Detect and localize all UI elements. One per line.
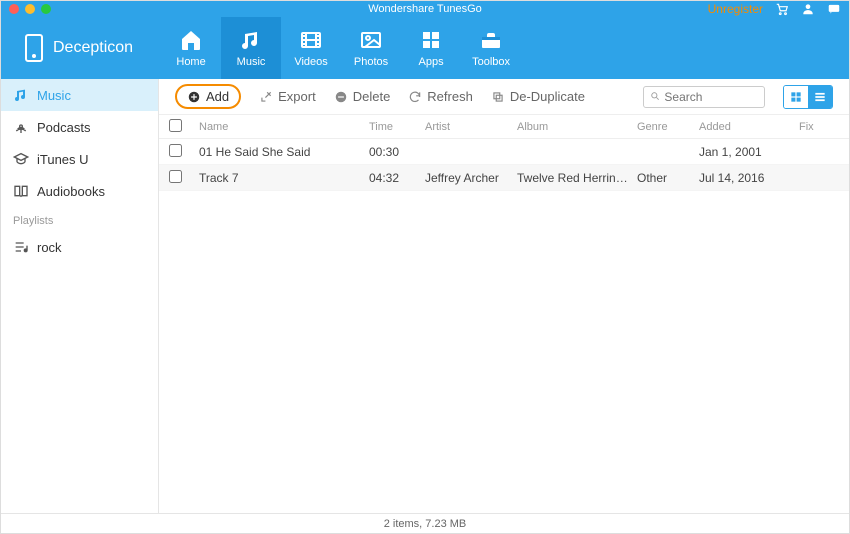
col-fix[interactable]: Fix [799, 121, 839, 133]
podcast-icon [13, 119, 29, 135]
search-icon [650, 91, 660, 103]
main: Music Podcasts iTunes U Audiobooks Playl… [1, 79, 849, 513]
sidebar-item-music[interactable]: Music [1, 79, 158, 111]
home-icon [179, 28, 203, 52]
cell-name: Track 7 [199, 171, 369, 185]
add-button[interactable]: Add [175, 84, 241, 109]
tab-apps[interactable]: Apps [401, 17, 461, 79]
cart-icon[interactable] [775, 2, 789, 16]
sidebar-item-label: Podcasts [37, 120, 90, 135]
tab-label: Music [237, 56, 266, 68]
refresh-icon [408, 90, 422, 104]
search-box[interactable] [643, 86, 765, 108]
topbar: Decepticon Home Music Videos Photos Apps… [1, 17, 849, 79]
tab-home[interactable]: Home [161, 17, 221, 79]
row-checkbox[interactable] [169, 144, 182, 157]
delete-icon [334, 90, 348, 104]
table-row[interactable]: Track 7 04:32 Jeffrey Archer Twelve Red … [159, 165, 849, 191]
toolbar: Add Export Delete Refresh De-Duplicate [159, 79, 849, 115]
tab-music[interactable]: Music [221, 17, 281, 79]
tab-label: Toolbox [472, 56, 510, 68]
cell-genre: Other [637, 171, 699, 185]
tab-videos[interactable]: Videos [281, 17, 341, 79]
search-input[interactable] [664, 90, 758, 104]
device-name: Decepticon [53, 39, 133, 57]
cell-time: 00:30 [369, 145, 425, 159]
sidebar-playlist-rock[interactable]: rock [1, 231, 158, 263]
window-controls [9, 4, 51, 14]
close-button[interactable] [9, 4, 19, 14]
sidebar-item-itunesu[interactable]: iTunes U [1, 143, 158, 175]
col-added[interactable]: Added [699, 121, 799, 133]
status-bar: 2 items, 7.23 MB [1, 513, 849, 533]
grid-view-button[interactable] [784, 86, 808, 108]
playlist-icon [13, 239, 29, 255]
row-checkbox[interactable] [169, 170, 182, 183]
delete-button[interactable]: Delete [334, 89, 391, 104]
sidebar-item-podcasts[interactable]: Podcasts [1, 111, 158, 143]
dedup-icon [491, 90, 505, 104]
select-all-checkbox[interactable] [169, 119, 182, 132]
button-label: Add [206, 89, 229, 104]
col-name[interactable]: Name [199, 121, 369, 133]
music-icon [13, 87, 29, 103]
cell-artist: Jeffrey Archer [425, 171, 517, 185]
photos-icon [359, 28, 383, 52]
feedback-icon[interactable] [827, 2, 841, 16]
deduplicate-button[interactable]: De-Duplicate [491, 89, 585, 104]
sidebar-item-label: rock [37, 240, 62, 255]
sidebar-section-playlists: Playlists [1, 207, 158, 231]
content: Add Export Delete Refresh De-Duplicate [159, 79, 849, 513]
maximize-button[interactable] [41, 4, 51, 14]
device-selector[interactable]: Decepticon [1, 17, 161, 79]
tab-label: Home [176, 56, 205, 68]
sidebar: Music Podcasts iTunes U Audiobooks Playl… [1, 79, 159, 513]
table-header: Name Time Artist Album Genre Added Fix [159, 115, 849, 139]
cell-name: 01 He Said She Said [199, 145, 369, 159]
button-label: De-Duplicate [510, 89, 585, 104]
status-text: 2 items, 7.23 MB [384, 518, 467, 530]
cell-time: 04:32 [369, 171, 425, 185]
music-icon [239, 28, 263, 52]
tab-label: Apps [419, 56, 444, 68]
toolbox-icon [479, 28, 503, 52]
top-tabs: Home Music Videos Photos Apps Toolbox [161, 17, 521, 79]
table-row[interactable]: 01 He Said She Said 00:30 Jan 1, 2001 [159, 139, 849, 165]
export-icon [259, 90, 273, 104]
apps-icon [419, 28, 443, 52]
col-genre[interactable]: Genre [637, 121, 699, 133]
col-artist[interactable]: Artist [425, 121, 517, 133]
tab-photos[interactable]: Photos [341, 17, 401, 79]
tab-label: Videos [294, 56, 327, 68]
cell-album: Twelve Red Herrin… [517, 171, 637, 185]
cell-added: Jul 14, 2016 [699, 171, 799, 185]
app-title: Wondershare TunesGo [368, 3, 482, 15]
audiobook-icon [13, 183, 29, 199]
sidebar-item-label: Audiobooks [37, 184, 105, 199]
cell-added: Jan 1, 2001 [699, 145, 799, 159]
refresh-button[interactable]: Refresh [408, 89, 473, 104]
view-switch [783, 85, 833, 109]
videos-icon [299, 28, 323, 52]
sidebar-item-label: Music [37, 88, 71, 103]
unregister-link[interactable]: Unregister [708, 2, 763, 16]
export-button[interactable]: Export [259, 89, 316, 104]
sidebar-item-audiobooks[interactable]: Audiobooks [1, 175, 158, 207]
button-label: Refresh [427, 89, 473, 104]
button-label: Export [278, 89, 316, 104]
list-view-button[interactable] [808, 86, 832, 108]
user-icon[interactable] [801, 2, 815, 16]
phone-icon [25, 34, 43, 62]
button-label: Delete [353, 89, 391, 104]
tab-toolbox[interactable]: Toolbox [461, 17, 521, 79]
plus-icon [187, 90, 201, 104]
tab-label: Photos [354, 56, 388, 68]
minimize-button[interactable] [25, 4, 35, 14]
sidebar-item-label: iTunes U [37, 152, 89, 167]
title-right: Unregister [708, 2, 841, 16]
titlebar: Wondershare TunesGo Unregister [1, 1, 849, 17]
col-time[interactable]: Time [369, 121, 425, 133]
col-album[interactable]: Album [517, 121, 637, 133]
graduation-icon [13, 151, 29, 167]
